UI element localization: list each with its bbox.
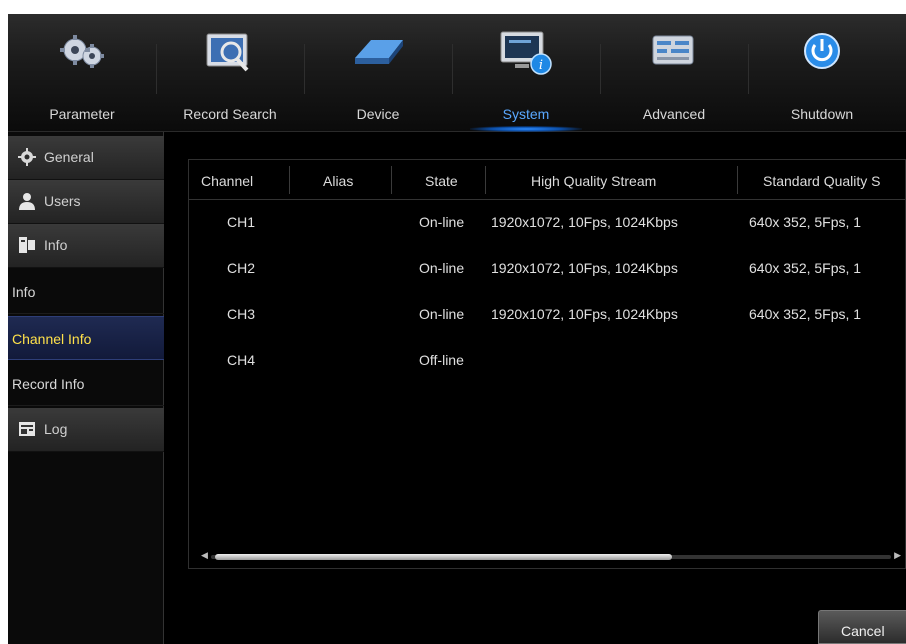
cell-channel: CH3 — [227, 306, 256, 322]
advanced-icon — [652, 35, 694, 65]
column-header-standard-quality-stream: Standard Quality S — [763, 173, 881, 189]
nav-shutdown[interactable]: Shutdown — [748, 14, 896, 132]
sidebar-item-label: Channel Info — [12, 331, 92, 347]
sidebar-item-label: Info — [12, 284, 36, 300]
cell-channel: CH1 — [227, 214, 256, 230]
sidebar-item-general[interactable]: General — [8, 136, 164, 180]
cell-high-quality-stream: 1920x1072, 10Fps, 1024Kbps — [491, 214, 678, 230]
cell-state: On-line — [419, 214, 465, 230]
column-header-alias: Alias — [323, 173, 354, 189]
sidebar-item-label: Log — [44, 421, 68, 437]
column-header-state: State — [425, 173, 458, 189]
scrollbar-thumb[interactable] — [215, 554, 672, 560]
cell-state: Off-line — [419, 352, 464, 368]
cell-high-quality-stream: 1920x1072, 10Fps, 1024Kbps — [491, 260, 678, 276]
nav-label: Shutdown — [790, 106, 854, 122]
cell-state: On-line — [419, 260, 465, 276]
sidebar-subitem-channel-info[interactable]: Channel Info — [8, 316, 164, 360]
cell-channel: CH2 — [227, 260, 256, 276]
table-row[interactable]: CH4 Off-line — [189, 342, 905, 378]
gears-icon — [60, 35, 104, 68]
system-info-icon: i — [500, 31, 552, 75]
scroll-right-arrow-icon[interactable]: ▶ — [894, 550, 901, 561]
table-header: Channel Alias State High Quality Stream … — [189, 160, 905, 200]
nav-label: Device — [356, 106, 400, 122]
sidebar-item-log[interactable]: Log — [8, 408, 164, 452]
nav-record-search[interactable]: Record Search — [156, 14, 304, 132]
sidebar-item-info[interactable]: Info — [8, 224, 164, 268]
cell-standard-quality-stream: 640x 352, 5Fps, 1 — [749, 214, 862, 230]
log-icon — [19, 422, 35, 436]
cell-channel: CH4 — [227, 352, 256, 368]
gear-icon — [18, 148, 36, 166]
nav-advanced[interactable]: Advanced — [600, 14, 748, 132]
cancel-button[interactable]: Cancel — [818, 610, 906, 644]
sidebar-item-label: General — [44, 149, 94, 165]
hard-disk-icon — [355, 40, 403, 64]
sidebar-subitem-record-info[interactable]: Record Info — [8, 362, 164, 406]
info-book-icon — [19, 237, 35, 253]
column-header-high-quality-stream: High Quality Stream — [531, 173, 657, 189]
top-nav: Parameter Record Search Device i System … — [8, 14, 906, 132]
app-window: Parameter Record Search Device i System … — [8, 14, 906, 644]
sidebar-item-label: Users — [44, 193, 81, 209]
horizontal-scrollbar[interactable]: ◀ ▶ — [201, 550, 901, 561]
cell-standard-quality-stream: 640x 352, 5Fps, 1 — [749, 260, 862, 276]
cell-high-quality-stream: 1920x1072, 10Fps, 1024Kbps — [491, 306, 678, 322]
cell-standard-quality-stream: 640x 352, 5Fps, 1 — [749, 306, 862, 322]
scroll-left-arrow-icon[interactable]: ◀ — [201, 550, 208, 561]
sidebar-item-label: Info — [44, 237, 68, 253]
user-icon — [19, 193, 35, 210]
sidebar-item-users[interactable]: Users — [8, 180, 164, 224]
sidebar-item-label: Record Info — [12, 376, 85, 392]
nav-label: Record Search — [183, 106, 277, 122]
power-icon — [804, 33, 840, 69]
table-row[interactable]: CH1 On-line 1920x1072, 10Fps, 1024Kbps 6… — [189, 204, 905, 240]
nav-label: System — [502, 106, 550, 122]
active-tab-indicator — [470, 126, 582, 132]
column-header-channel: Channel — [201, 173, 254, 189]
svg-text:i: i — [539, 58, 543, 73]
nav-label: Parameter — [49, 106, 115, 122]
nav-system[interactable]: i System — [452, 14, 600, 132]
channel-info-table: Channel Alias State High Quality Stream … — [188, 159, 906, 569]
table-row[interactable]: CH3 On-line 1920x1072, 10Fps, 1024Kbps 6… — [189, 296, 905, 332]
nav-device[interactable]: Device — [304, 14, 452, 132]
record-search-icon — [206, 33, 249, 72]
nav-label: Advanced — [642, 106, 706, 122]
nav-parameter[interactable]: Parameter — [8, 14, 156, 132]
sidebar: General Users Info Info Channel Info Rec… — [8, 132, 164, 644]
table-row[interactable]: CH2 On-line 1920x1072, 10Fps, 1024Kbps 6… — [189, 250, 905, 286]
sidebar-subitem-info[interactable]: Info — [8, 270, 164, 314]
cell-state: On-line — [419, 306, 465, 322]
